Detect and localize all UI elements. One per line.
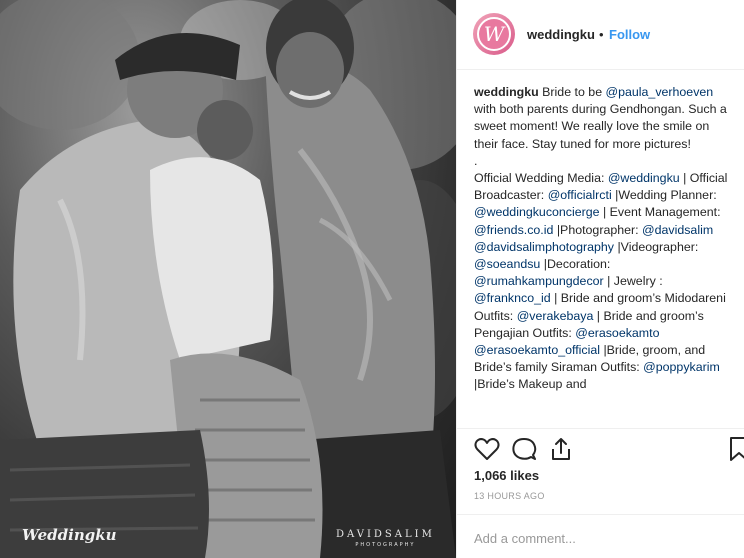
caption-mention-link[interactable]: @rumahkampungdecor bbox=[474, 274, 604, 288]
caption-mention-link[interactable]: @friends.co.id bbox=[474, 223, 553, 237]
caption-text-segment: |Videographer: bbox=[614, 239, 699, 254]
caption-mention-link[interactable]: @weddingku bbox=[608, 171, 680, 185]
caption-mention-link[interactable]: @davidsalimphotography bbox=[474, 240, 614, 254]
caption-text-segment: with both parents during Gendhongan. Suc… bbox=[474, 102, 727, 151]
comment-input[interactable] bbox=[474, 528, 728, 548]
caption-mention-link[interactable]: @davidsalim bbox=[642, 223, 713, 237]
avatar-logo: W bbox=[477, 17, 511, 51]
post-photo[interactable]: Weddingku DAVIDSALIM PHOTOGRAPHY bbox=[0, 0, 456, 558]
caption-mention-link[interactable]: @paula_verhoeven bbox=[606, 85, 714, 99]
photo-illustration bbox=[0, 0, 456, 558]
caption-username[interactable]: weddingku bbox=[474, 85, 539, 99]
follow-button[interactable]: Follow bbox=[609, 27, 650, 42]
caption-text-segment: | Jewelry : bbox=[603, 274, 663, 289]
watermark-photographer: DAVIDSALIM PHOTOGRAPHY bbox=[336, 529, 435, 548]
caption-mention-link[interactable]: @weddingkuconcierge bbox=[474, 205, 600, 219]
caption-text-segment: | Event Management: bbox=[599, 205, 721, 220]
caption-mention-link[interactable]: @franknco_id bbox=[474, 291, 551, 305]
action-bar bbox=[457, 428, 744, 466]
caption-mention-link[interactable]: @verakebaya bbox=[517, 309, 594, 323]
caption-mention-link[interactable]: @officialrcti bbox=[548, 188, 612, 202]
speech-bubble-icon[interactable] bbox=[510, 435, 538, 463]
caption-text: Bride to be @paula_verhoeven with both p… bbox=[474, 85, 727, 391]
caption-text-segment: |Photographer: bbox=[553, 222, 643, 237]
caption-mention-link[interactable]: @erasoekamto bbox=[575, 326, 659, 340]
heart-icon[interactable] bbox=[473, 435, 501, 463]
caption-mention-link[interactable]: @soeandsu bbox=[474, 257, 540, 271]
post-panel: W weddingku • Follow weddingku Bride to … bbox=[456, 0, 744, 558]
post-header: W weddingku • Follow bbox=[457, 0, 744, 70]
avatar[interactable]: W bbox=[473, 13, 515, 55]
bookmark-icon[interactable] bbox=[725, 435, 744, 463]
watermark-weddingku: Weddingku bbox=[22, 526, 117, 544]
header-username[interactable]: weddingku bbox=[527, 27, 595, 42]
watermark-photographer-sub: PHOTOGRAPHY bbox=[355, 542, 416, 548]
caption-text-segment: |Decoration: bbox=[540, 257, 611, 272]
post-caption: weddingku Bride to be @paula_verhoeven w… bbox=[474, 84, 736, 426]
caption-text-segment: |Wedding Planner: bbox=[611, 188, 717, 203]
watermark-photographer-name: DAVIDSALIM bbox=[336, 529, 435, 540]
likes-count[interactable]: 1,066 likes bbox=[474, 468, 539, 483]
caption-text-segment: . bbox=[474, 153, 478, 168]
post-timestamp[interactable]: 13 HOURS AGO bbox=[474, 491, 545, 501]
caption-text-segment: Bride to be bbox=[538, 85, 606, 99]
share-icon[interactable] bbox=[547, 435, 575, 463]
caption-mention-link[interactable]: @poppykarim bbox=[643, 360, 720, 374]
header-separator: • bbox=[599, 27, 604, 42]
comment-bar bbox=[457, 514, 744, 558]
caption-mention-link[interactable]: @erasoekamto_official bbox=[474, 343, 600, 357]
caption-text-segment: Official Wedding Media: bbox=[474, 171, 608, 186]
caption-text-segment: |Bride’s Makeup and bbox=[474, 377, 587, 392]
